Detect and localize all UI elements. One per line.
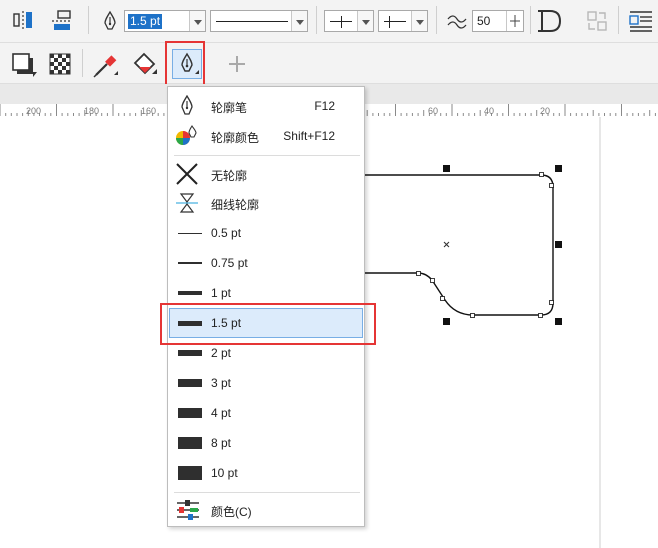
menu-item-shortcut: Shift+F12 — [283, 129, 335, 143]
menu-item-label: 轮廓颜色 — [211, 131, 260, 145]
toolbar-separator — [316, 6, 317, 34]
curve-endpoint-icon[interactable] — [536, 8, 564, 34]
menu-item-label: 0.75 pt — [211, 256, 248, 270]
outline-width-value: 1.5 pt — [128, 14, 163, 29]
convert-to-curves-icon[interactable] — [585, 9, 609, 33]
line-style-preview — [216, 21, 288, 22]
menu-item-outline-color[interactable]: 轮廓颜色 Shift+F12 — [169, 121, 363, 151]
toolbar-separator — [82, 49, 83, 77]
end-arrowhead-dropdown-arrow[interactable] — [411, 11, 427, 31]
line-weight-icon — [178, 291, 202, 295]
add-tool-icon[interactable] — [226, 53, 248, 75]
arrowhead-preview-tick — [389, 16, 390, 28]
toolbar-separator — [88, 6, 89, 34]
center-mark — [443, 241, 450, 248]
menu-item-shortcut: F12 — [314, 99, 335, 113]
line-style-select[interactable] — [210, 10, 308, 32]
menu-item-width-8pt[interactable]: 8 pt — [169, 428, 363, 458]
spinner-buttons[interactable] — [506, 11, 523, 31]
annotation-highlight-selected-width — [160, 303, 376, 345]
menu-item-width-3pt[interactable]: 3 pt — [169, 368, 363, 398]
start-arrowhead-dropdown-arrow[interactable] — [357, 11, 373, 31]
outline-width-dropdown-arrow[interactable] — [189, 11, 205, 31]
menu-item-width-4pt[interactable]: 4 pt — [169, 398, 363, 428]
outline-pen-icon — [100, 10, 120, 32]
arrowhead-preview-tick — [341, 16, 342, 28]
menu-item-outline-pen[interactable]: 轮廓笔 F12 — [169, 91, 363, 121]
menu-item-label: 1 pt — [211, 286, 232, 300]
drop-shadow-tool-icon[interactable] — [9, 51, 37, 77]
menu-item-hairline-outline[interactable]: 细线轮廓 — [169, 188, 363, 218]
line-weight-icon — [178, 408, 202, 418]
property-bar: 1.5 pt 50 — [0, 0, 658, 43]
menu-item-no-outline[interactable]: 无轮廓 — [169, 159, 363, 189]
ruler-label: 60 — [428, 106, 439, 116]
menu-item-width-0-5pt[interactable]: 0.5 pt — [169, 218, 363, 248]
line-weight-icon — [178, 466, 202, 480]
ruler-label: 160 — [141, 106, 157, 116]
toolbar-separator — [530, 6, 531, 34]
menu-item-label: 4 pt — [211, 406, 232, 420]
line-weight-icon — [178, 262, 202, 264]
annotation-highlight-tool — [165, 41, 205, 89]
toolbox — [0, 43, 658, 84]
line-weight-icon — [178, 350, 202, 356]
hairline-outline-icon — [175, 192, 199, 214]
line-weight-icon — [178, 233, 202, 234]
menu-item-color-settings[interactable]: 颜色(C) — [169, 495, 363, 525]
menu-item-label: 10 pt — [211, 466, 238, 480]
ruler-label: 40 — [484, 106, 495, 116]
menu-separator — [174, 492, 360, 493]
corner-value: 50 — [477, 14, 491, 28]
ruler-label: 200 — [26, 106, 42, 116]
arrowhead-preview — [384, 21, 406, 22]
toolbar-separator — [618, 6, 619, 34]
menu-item-width-0-75pt[interactable]: 0.75 pt — [169, 248, 363, 278]
menu-item-label: 轮廓笔 — [211, 101, 248, 115]
menu-item-label: 0.5 pt — [211, 226, 242, 240]
menu-item-label: 细线轮廓 — [211, 198, 260, 212]
selection-handles[interactable] — [443, 165, 562, 325]
menu-item-label: 3 pt — [211, 376, 232, 390]
outline-color-icon — [175, 125, 199, 147]
corner-value-spinner[interactable]: 50 — [472, 10, 524, 32]
menu-item-label: 8 pt — [211, 436, 232, 450]
ruler-label: 180 — [84, 106, 100, 116]
outline-pen-icon — [175, 94, 199, 117]
line-weight-icon — [178, 379, 202, 387]
line-style-dropdown-arrow[interactable] — [291, 11, 307, 31]
ruler-label: 20 — [540, 106, 551, 116]
align-distribute-icon[interactable] — [12, 9, 36, 33]
color-settings-icon — [175, 499, 199, 521]
selected-curve-shape[interactable] — [360, 174, 554, 316]
menu-item-label: 2 pt — [211, 346, 232, 360]
end-arrowhead-select[interactable] — [378, 10, 428, 32]
toolbar-separator — [436, 6, 437, 34]
line-weight-icon — [178, 437, 202, 449]
eyedropper-tool-icon[interactable] — [92, 51, 120, 79]
object-position-icon[interactable] — [50, 9, 74, 33]
outline-width-select[interactable]: 1.5 pt — [124, 10, 206, 32]
smoothing-icon — [446, 11, 468, 31]
menu-item-width-10pt[interactable]: 10 pt — [169, 458, 363, 488]
wrap-text-icon[interactable] — [626, 9, 654, 33]
menu-item-label: 无轮廓 — [211, 169, 248, 183]
interactive-fill-tool-icon[interactable] — [130, 51, 160, 79]
start-arrowhead-select[interactable] — [324, 10, 374, 32]
menu-separator — [174, 155, 360, 156]
curve-nodes — [416, 172, 554, 318]
menu-item-label: 颜色(C) — [211, 505, 252, 519]
no-outline-icon — [175, 163, 199, 185]
transparency-tool-icon[interactable] — [48, 52, 72, 76]
